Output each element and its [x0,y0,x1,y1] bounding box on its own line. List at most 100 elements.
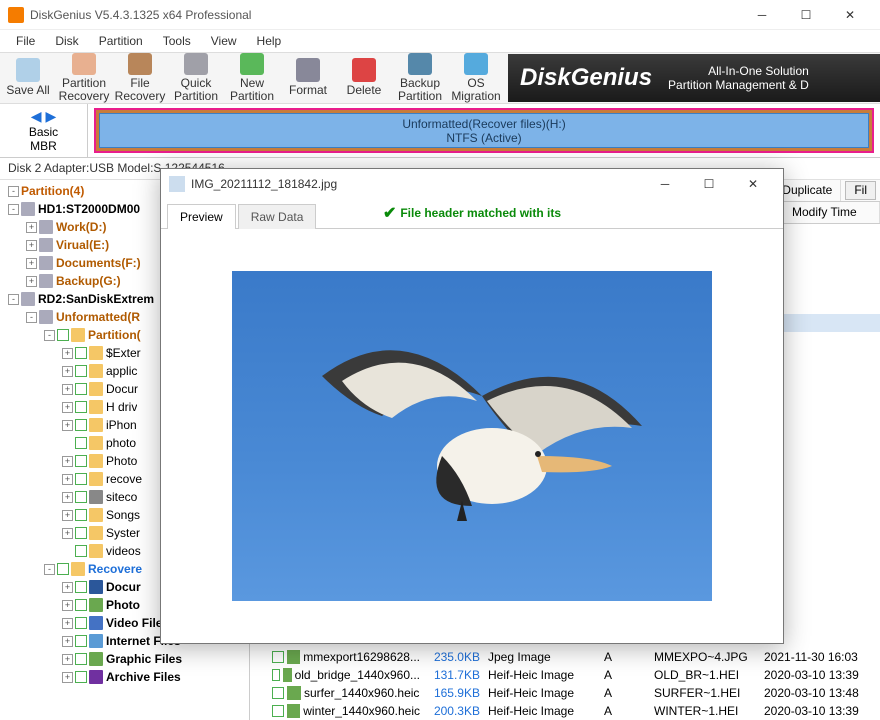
cell-mtime: 2021-11-30 16:03 [764,650,880,664]
checkbox[interactable] [57,563,69,575]
tool-os-migration[interactable]: OS Migration [448,53,504,103]
tool-delete[interactable]: Delete [336,53,392,103]
checkbox[interactable] [75,509,87,521]
expand-icon[interactable]: - [44,564,55,575]
tool-file-recovery[interactable]: File Recovery [112,53,168,103]
filter-button[interactable]: Fil [845,181,876,200]
expand-icon[interactable]: + [62,456,73,467]
checkbox[interactable] [272,705,284,717]
tree-item[interactable]: +Archive Files [0,668,249,686]
tool-icon [128,53,152,75]
tab-raw-data[interactable]: Raw Data [238,204,317,229]
tree-label: Backup(G:) [56,274,121,288]
tree-label: Partition(4) [21,184,84,198]
tool-new-partition[interactable]: New Partition [224,53,280,103]
file-row[interactable]: old_bridge_1440x960...131.7KBHeif-Heic I… [250,666,880,684]
preview-filename: IMG_20211112_181842.jpg [191,177,643,191]
file-row[interactable]: winter_1440x960.heic200.3KBHeif-Heic Ima… [250,702,880,720]
expand-icon[interactable]: + [26,258,37,269]
expand-icon[interactable]: + [26,240,37,251]
checkbox[interactable] [75,437,87,449]
checkbox[interactable] [75,455,87,467]
expand-icon[interactable]: + [62,510,73,521]
tool-format[interactable]: Format [280,53,336,103]
checkbox[interactable] [272,687,284,699]
folder-icon [89,454,103,468]
expand-icon[interactable]: + [62,492,73,503]
checkbox[interactable] [75,527,87,539]
checkbox[interactable] [75,419,87,431]
tree-item[interactable]: +Graphic Files [0,650,249,668]
tool-partition-recovery[interactable]: Partition Recovery [56,53,112,103]
titlebar: DiskGenius V5.4.3.1325 x64 Professional … [0,0,880,30]
file-row[interactable]: surfer_1440x960.heic165.9KBHeif-Heic Ima… [250,684,880,702]
expand-icon[interactable]: + [62,348,73,359]
expand-icon[interactable]: + [62,366,73,377]
tool-backup-partition[interactable]: Backup Partition [392,53,448,103]
tab-preview[interactable]: Preview [167,204,236,229]
minimize-button[interactable]: ─ [740,1,784,29]
expand-icon[interactable]: + [62,384,73,395]
menu-disk[interactable]: Disk [45,32,88,50]
tool-icon [72,53,96,75]
expand-icon[interactable]: - [8,294,19,305]
checkbox[interactable] [75,599,87,611]
checkbox[interactable] [75,347,87,359]
expand-icon[interactable]: + [62,636,73,647]
expand-icon[interactable]: + [62,600,73,611]
expand-icon[interactable]: - [44,330,55,341]
checkbox[interactable] [75,473,87,485]
menu-partition[interactable]: Partition [89,32,153,50]
tool-icon [16,58,40,82]
expand-icon[interactable]: + [26,276,37,287]
tree-label: Unformatted(R [56,310,140,324]
file-row[interactable]: mmexport16298628...235.0KBJpeg ImageAMME… [250,648,880,666]
expand-icon[interactable]: - [8,186,19,197]
checkbox[interactable] [75,671,87,683]
nav-arrows[interactable]: ◀ ▶ [31,108,56,125]
expand-icon[interactable]: - [8,204,19,215]
expand-icon[interactable]: + [62,654,73,665]
expand-icon[interactable]: + [62,420,73,431]
checkbox[interactable] [272,651,284,663]
maximize-button[interactable]: ☐ [784,1,828,29]
menu-view[interactable]: View [201,32,247,50]
checkbox[interactable] [75,653,87,665]
preview-minimize-button[interactable]: ─ [643,170,687,198]
expand-icon[interactable]: + [62,402,73,413]
close-button[interactable]: ✕ [828,1,872,29]
folder-icon [89,364,103,378]
preview-maximize-button[interactable]: ☐ [687,170,731,198]
expand-icon[interactable]: + [62,528,73,539]
tree-label: Photo [106,598,140,612]
preview-close-button[interactable]: ✕ [731,170,775,198]
expand-icon[interactable]: + [62,582,73,593]
cell-mtime: 2020-03-10 13:39 [764,668,880,682]
menu-help[interactable]: Help [247,32,292,50]
tool-save-all[interactable]: Save All [0,53,56,103]
checkbox[interactable] [75,401,87,413]
expand-icon[interactable]: + [62,474,73,485]
expand-icon[interactable]: - [26,312,37,323]
folder-icon [89,544,103,558]
partition-strip[interactable]: Unformatted(Recover files)(H:) NTFS (Act… [94,108,874,153]
tree-label: Photo [106,454,137,468]
checkbox[interactable] [75,365,87,377]
tool-quick-partition[interactable]: Quick Partition [168,53,224,103]
expand-icon[interactable]: + [62,618,73,629]
checkbox[interactable] [75,383,87,395]
menu-file[interactable]: File [6,32,45,50]
checkbox[interactable] [75,545,87,557]
partition-nav: ◀ ▶ BasicMBR [0,104,88,157]
checkbox[interactable] [57,329,69,341]
checkbox[interactable] [75,581,87,593]
expand-icon[interactable]: + [26,222,37,233]
checkbox[interactable] [272,669,280,681]
menu-tools[interactable]: Tools [153,32,201,50]
expand-icon[interactable]: + [62,672,73,683]
checkbox[interactable] [75,635,87,647]
cell-name: mmexport16298628... [303,650,420,664]
col-modify-time[interactable]: Modify Time [784,202,880,223]
checkbox[interactable] [75,491,87,503]
checkbox[interactable] [75,617,87,629]
